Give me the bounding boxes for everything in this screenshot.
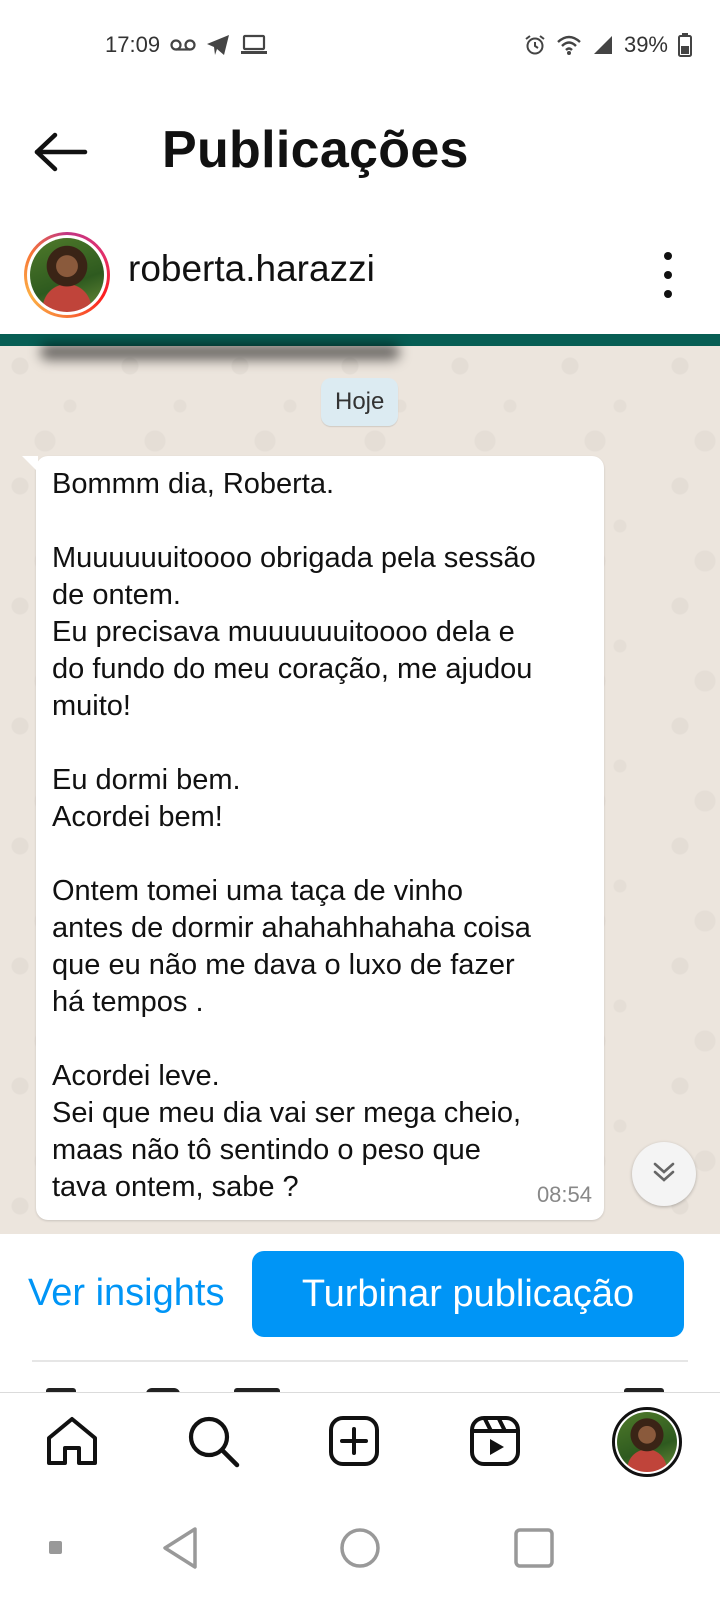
laptop-icon (240, 34, 268, 56)
status-left: 17:09 (105, 32, 268, 58)
nav-reels[interactable] (465, 1413, 525, 1473)
alarm-icon (524, 34, 546, 56)
system-recents-button[interactable] (506, 1522, 562, 1578)
author-avatar[interactable] (24, 232, 110, 318)
message-line: Muuuuuuitoooo obrigada pela sessão (52, 542, 536, 574)
arrow-left-icon (34, 132, 88, 177)
reels-icon (469, 1415, 521, 1472)
message-line: maas não tô sentindo o peso que (52, 1134, 481, 1166)
message-line (52, 1021, 588, 1058)
create-icon (328, 1415, 380, 1472)
page-title: Publicações (162, 121, 469, 179)
nav-create[interactable] (324, 1413, 384, 1473)
voicemail-icon (170, 37, 196, 53)
message-line: antes de dormir ahahahhahaha coisa (52, 912, 531, 944)
system-back-button[interactable] (152, 1522, 208, 1578)
message-bubble: Bommm dia, Roberta. Muuuuuuitoooo obrigad… (22, 456, 604, 1220)
post-image[interactable]: Hoje Bommm dia, Roberta. Muuuuuuitoooo ob… (0, 334, 720, 1234)
scroll-down-button (632, 1142, 696, 1206)
message-line: de ontem. (52, 579, 181, 611)
cropped-bubble-edge (40, 344, 400, 360)
message-line: Eu precisava muuuuuuitoooo dela e (52, 616, 515, 648)
message-text: Bommm dia, Roberta. Muuuuuuitoooo obrigad… (52, 466, 588, 1206)
author-username[interactable]: roberta.harazzi (128, 248, 375, 290)
boost-post-button[interactable]: Turbinar publicação (252, 1251, 684, 1337)
home-icon (45, 1416, 99, 1471)
message-line: Sei que meu dia vai ser mega cheio, (52, 1097, 522, 1129)
status-right: 39% (524, 32, 692, 58)
post-actions-row: Ver insights Turbinar publicação (0, 1234, 720, 1360)
circle-home-icon (338, 1526, 382, 1575)
nav-profile[interactable] (612, 1407, 682, 1477)
search-icon (186, 1414, 240, 1473)
nav-search[interactable] (183, 1413, 243, 1473)
message-line: que eu não me dava o luxo de fazer (52, 949, 515, 981)
message-line: muito! (52, 690, 131, 722)
system-home-button[interactable] (332, 1522, 388, 1578)
recent-dot-button[interactable] (28, 1522, 84, 1578)
status-time: 17:09 (105, 32, 161, 57)
post-header: roberta.harazzi (0, 216, 720, 334)
message-line: Acordei leve. (52, 1060, 220, 1092)
message-line (52, 836, 588, 873)
date-chip: Hoje (321, 378, 399, 426)
status-bar: 17:09 39% (0, 0, 720, 92)
app-header: Publicações (0, 92, 720, 216)
view-insights-link[interactable]: Ver insights (28, 1272, 224, 1315)
avatar-photo (30, 238, 104, 312)
message-line: do fundo do meu coração, me ajudou (52, 653, 533, 685)
message-line: há tempos . (52, 986, 204, 1018)
double-chevron-down-icon (651, 1160, 677, 1189)
system-nav-bar (0, 1500, 720, 1600)
message-line: Ontem tomei uma taça de vinho (52, 875, 464, 907)
message-time: 08:54 (536, 1182, 592, 1207)
divider (32, 1360, 688, 1362)
telegram-icon (206, 34, 230, 56)
message-line: Eu dormi bem. (52, 764, 241, 796)
message-line: tava ontem, sabe ? (52, 1171, 299, 1203)
battery-percent: 39% (623, 32, 668, 57)
signal-icon (592, 34, 614, 56)
profile-avatar (617, 1412, 677, 1472)
triangle-back-icon (160, 1526, 200, 1575)
message-line: Bommm dia, Roberta. (52, 468, 335, 500)
more-vertical-icon (664, 252, 672, 260)
battery-icon (678, 33, 692, 57)
more-options-button[interactable] (658, 252, 678, 298)
square-recents-icon (513, 1527, 555, 1574)
message-line: Acordei bem! (52, 801, 223, 833)
wifi-icon (556, 34, 582, 56)
square-dot-icon (48, 1540, 64, 1561)
message-line (52, 725, 588, 762)
bottom-nav (0, 1392, 720, 1500)
back-button[interactable] (34, 132, 90, 176)
nav-home[interactable] (42, 1413, 102, 1473)
message-line (52, 503, 588, 540)
